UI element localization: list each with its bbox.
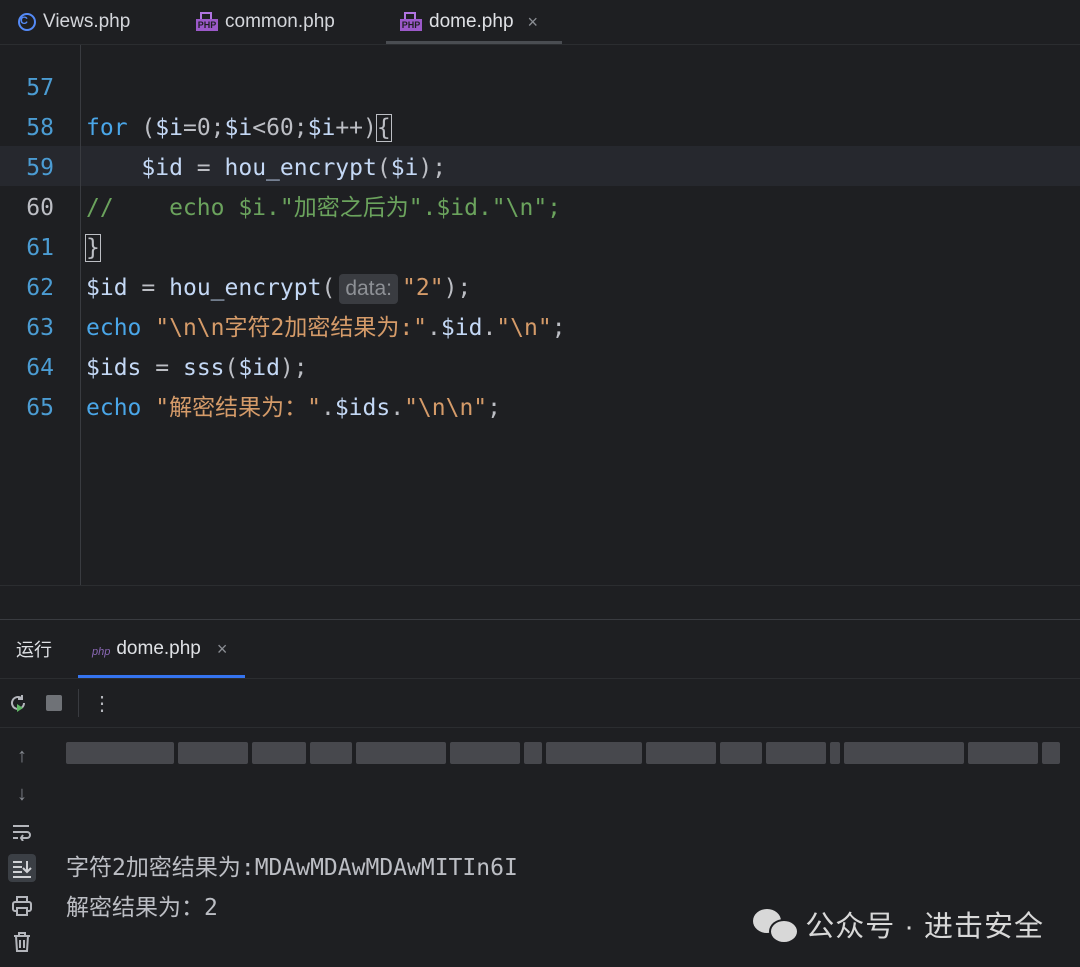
run-tab-label: dome.php [116,638,201,659]
console-output-line: 字符2加密结果为:MDAwMDAwMDAwMITIn6I [66,855,518,881]
run-panel-header: 运行 php dome.php × [0,620,1080,679]
trash-icon[interactable] [8,928,36,956]
scroll-to-end-icon[interactable] [8,854,36,882]
more-options-icon[interactable]: ⋮ [90,691,114,715]
tab-common-php[interactable]: PHP common.php [196,0,335,44]
watermark: 公众号 · 进击安全 [753,903,1044,945]
line-number: 65 [26,395,54,421]
php-file-icon: PHP [400,12,422,32]
tab-label: Views.php [43,11,131,32]
run-panel: 运行 php dome.php × ⋮ ↑ ↓ 字符2加密结果为:MDAwMDA… [0,619,1080,967]
code-line: 58 $id = hou_encrypt($i); [0,68,1080,181]
code-line: 65 [0,348,1080,421]
tab-dome-php[interactable]: PHP dome.php × [385,0,563,44]
run-tab-dome-php[interactable]: php dome.php × [77,620,246,678]
close-icon[interactable]: × [217,639,228,660]
blurred-output-line [66,740,1080,766]
panel-divider[interactable] [0,585,1080,620]
tab-views-php[interactable]: C Views.php [18,0,130,44]
close-icon[interactable]: × [528,12,539,33]
run-panel-title: 运行 [16,640,52,660]
code-line: 61 $id = hou_encrypt(data: "2"); [0,188,1080,304]
console-output-line: 解密结果为：2 [66,895,218,921]
code-line: 64 echo "解密结果为：".$ids."\n\n"; [0,308,1080,421]
code-line: 59 // echo $i."加密之后为".$id."\n"; [0,108,1080,221]
code-line: 57 for ($i=0;$i<60;$i++){ [0,45,1080,142]
arrow-up-icon[interactable]: ↑ [8,742,36,770]
rerun-icon[interactable] [6,691,30,715]
wechat-icon [753,907,800,944]
console-sidebar: ↑ ↓ [0,728,44,967]
php-file-icon: PHP [196,12,218,32]
tab-label: dome.php [429,11,514,32]
print-icon[interactable] [8,892,36,920]
arrow-down-icon[interactable]: ↓ [8,780,36,808]
code-text: echo "解密结果为：".$ids."\n\n"; [86,395,502,421]
stop-icon[interactable] [42,691,66,715]
run-toolbar: ⋮ [0,679,1080,728]
code-editor[interactable]: 57 for ($i=0;$i<60;$i++){ 58 $id = hou_e… [0,45,1080,585]
code-line: 62 echo "\n\n字符2加密结果为:".$id."\n"; [0,228,1080,341]
soft-wrap-icon[interactable] [8,818,36,846]
code-line-current: 60 } [0,148,1080,262]
watermark-text: 公众号 · 进击安全 [805,911,1044,943]
toolbar-separator [78,689,79,717]
c-class-icon: C [18,13,36,31]
code-line: 63 $ids = sss($id); [0,268,1080,381]
php-run-icon: php [92,646,111,658]
tab-label: common.php [225,11,335,32]
editor-tab-bar: C Views.php PHP common.php PHP dome.php … [0,0,1080,45]
